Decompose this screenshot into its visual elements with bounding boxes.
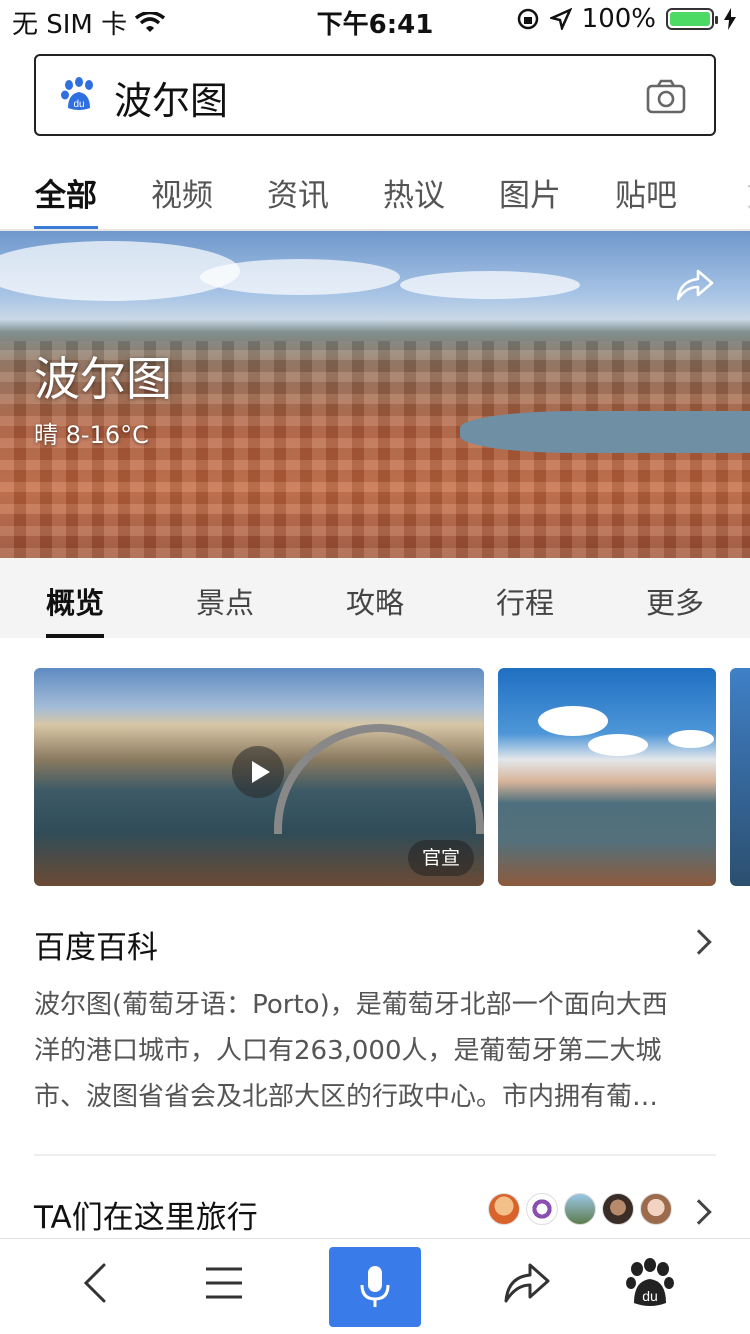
tab-all[interactable]: 全部 bbox=[8, 148, 124, 230]
avatar bbox=[640, 1193, 672, 1225]
avatar bbox=[602, 1193, 634, 1225]
status-bar: 无 SIM 卡 下午6:41 100% bbox=[0, 0, 750, 40]
bridge-arch bbox=[274, 724, 484, 834]
tab-library[interactable]: 文 bbox=[704, 148, 750, 230]
microphone-icon bbox=[360, 1266, 390, 1307]
tab-images[interactable]: 图片 bbox=[472, 148, 588, 230]
orientation-lock-icon bbox=[517, 8, 538, 30]
search-input[interactable]: 波尔图 bbox=[114, 70, 228, 125]
tab-video[interactable]: 视频 bbox=[124, 148, 240, 230]
subtab-more[interactable]: 更多 bbox=[600, 558, 750, 638]
chevron-right-icon[interactable] bbox=[686, 929, 712, 955]
avatar bbox=[488, 1193, 520, 1225]
voice-search-button[interactable] bbox=[329, 1247, 421, 1327]
tab-tieba[interactable]: 贴吧 bbox=[588, 148, 704, 230]
official-badge: 官宣 bbox=[407, 840, 474, 876]
svg-text:du: du bbox=[642, 1288, 658, 1304]
section-divider bbox=[34, 1154, 716, 1156]
avatar bbox=[564, 1193, 596, 1225]
battery-icon bbox=[666, 8, 718, 30]
share-icon[interactable] bbox=[496, 1253, 556, 1313]
video-thumbnail[interactable]: 官宣 bbox=[34, 668, 484, 886]
category-tabs: 全部 视频 资讯 热议 图片 贴吧 文 bbox=[0, 148, 750, 230]
charging-icon bbox=[724, 8, 736, 30]
subtab-guides[interactable]: 攻略 bbox=[300, 558, 450, 638]
baidu-paw-icon: du bbox=[61, 77, 93, 110]
river bbox=[460, 411, 750, 453]
tab-discussion[interactable]: 热议 bbox=[356, 148, 472, 230]
hero-weather: 晴 8-16°C bbox=[34, 421, 149, 449]
camera-icon[interactable] bbox=[646, 78, 686, 114]
city-hero-image[interactable]: 波尔图 晴 8-16°C bbox=[0, 231, 750, 558]
subtab-overview[interactable]: 概览 bbox=[0, 558, 150, 638]
battery-percent: 100% bbox=[581, 4, 656, 34]
baidu-paw-icon[interactable]: du bbox=[620, 1253, 680, 1313]
avatar bbox=[526, 1193, 558, 1225]
subtab-attractions[interactable]: 景点 bbox=[150, 558, 300, 638]
photo-thumbnail-partial[interactable] bbox=[730, 668, 750, 886]
svg-text:du: du bbox=[73, 99, 84, 110]
location-icon bbox=[549, 8, 572, 30]
search-box[interactable]: du 波尔图 bbox=[34, 54, 716, 136]
description-line: 市、波图省省会及北部大区的行政中心。市内拥有葡… bbox=[34, 1082, 659, 1112]
baike-description[interactable]: 波尔图(葡萄牙语：Porto)，是葡萄牙北部一个面向大西 洋的港口城市，人口有2… bbox=[34, 982, 716, 1120]
description-line: 波尔图(葡萄牙语：Porto)，是葡萄牙北部一个面向大西 bbox=[34, 990, 668, 1020]
bottom-toolbar: du bbox=[0, 1238, 750, 1334]
play-icon[interactable] bbox=[232, 746, 284, 798]
tab-news[interactable]: 资讯 bbox=[240, 148, 356, 230]
back-icon[interactable] bbox=[66, 1253, 126, 1313]
baike-title[interactable]: 百度百科 bbox=[34, 922, 158, 967]
chevron-right-icon[interactable] bbox=[686, 1199, 712, 1225]
travel-title[interactable]: TA们在这里旅行 bbox=[34, 1192, 258, 1237]
subtab-itinerary[interactable]: 行程 bbox=[450, 558, 600, 638]
description-line: 洋的港口城市，人口有263,000人，是葡萄牙第二大城 bbox=[34, 1036, 662, 1066]
hero-city-name: 波尔图 bbox=[34, 352, 172, 406]
photo-thumbnail[interactable] bbox=[498, 668, 716, 886]
menu-icon[interactable] bbox=[194, 1253, 254, 1313]
city-sub-tabs: 概览 景点 攻略 行程 更多 bbox=[0, 558, 750, 638]
share-icon[interactable] bbox=[674, 267, 714, 303]
traveler-avatars[interactable] bbox=[488, 1193, 672, 1225]
